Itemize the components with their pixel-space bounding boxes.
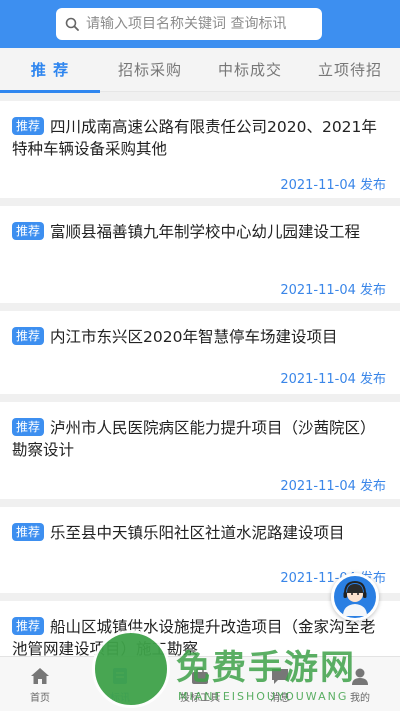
customer-service-icon [343,580,367,616]
list-item[interactable]: 推荐 泸州市人民医院病区能力提升项目（沙茜院区）勘察设计 2021-11-04 发… [0,402,400,499]
search-input[interactable] [86,16,316,32]
item-title-row: 推荐 泸州市人民医院病区能力提升项目（沙茜院区）勘察设计 [12,417,388,461]
customer-service-button[interactable] [331,573,379,621]
recommend-badge: 推荐 [12,327,45,345]
item-date: 2021-11-04 发布 [280,479,386,494]
tab-bid-won[interactable]: 中标成交 [200,48,300,92]
recommend-badge: 推荐 [12,617,45,635]
nav-home[interactable]: 首页 [0,657,80,711]
app-screen: 推 荐 招标采购 中标成交 立项待招 推荐四川成南高速公路有限责任公司2020、… [0,0,400,711]
nav-profile-label: 我的 [350,692,370,704]
watermark-subtext: MIANFEISHOUYOUWANG [178,690,349,703]
item-date: 2021-11-04 发布 [280,178,386,193]
search-bar[interactable] [56,8,322,40]
tab-tender-purchase[interactable]: 招标采购 [100,48,200,92]
list-item[interactable]: 推荐 富顺县福善镇九年制学校中心幼儿园建设工程 2021-11-04 发布 [0,206,400,303]
recommend-badge: 推荐 [12,418,45,436]
item-title: 内江市东兴区2020年智慧停车场建设项目 [50,328,338,346]
category-tabs: 推 荐 招标采购 中标成交 立项待招 [0,48,400,93]
tab-recommend[interactable]: 推 荐 [0,48,100,93]
recommend-badge: 推荐 [12,117,45,135]
item-title-row: 推荐 乐至县中天镇乐阳社区社道水泥路建设项目 [12,522,388,544]
recommend-badge: 推荐 [12,222,45,240]
item-title-row: 推荐 富顺县福善镇九年制学校中心幼儿园建设工程 [12,221,388,243]
list-item[interactable]: 推荐 内江市东兴区2020年智慧停车场建设项目 2021-11-04 发布 [0,311,400,394]
tab-pending-projects[interactable]: 立项待招 [300,48,400,92]
watermark-logo [92,630,170,708]
watermark-text: 免费手游网 [176,648,356,688]
item-title: 四川成南高速公路有限责任公司2020、2021年特种车辆设备采购其他 [12,118,377,158]
list-item[interactable]: 推荐 四川成南高速公路有限责任公司2020、2021年特种车辆设备采购其他 202… [0,101,400,198]
item-title: 泸州市人民医院病区能力提升项目（沙茜院区）勘察设计 [12,419,376,459]
home-icon [31,667,49,684]
recommend-badge: 推荐 [12,523,45,541]
nav-home-label: 首页 [30,692,50,704]
item-title: 乐至县中天镇乐阳社区社道水泥路建设项目 [50,524,345,542]
item-date: 2021-11-04 发布 [280,372,386,387]
item-date: 2021-11-04 发布 [280,283,386,298]
item-title-row: 推荐 四川成南高速公路有限责任公司2020、2021年特种车辆设备采购其他 [12,116,388,160]
item-title-row: 推荐 内江市东兴区2020年智慧停车场建设项目 [12,326,388,348]
top-header [0,0,400,48]
item-title: 富顺县福善镇九年制学校中心幼儿园建设工程 [50,223,361,241]
search-icon [65,17,79,31]
